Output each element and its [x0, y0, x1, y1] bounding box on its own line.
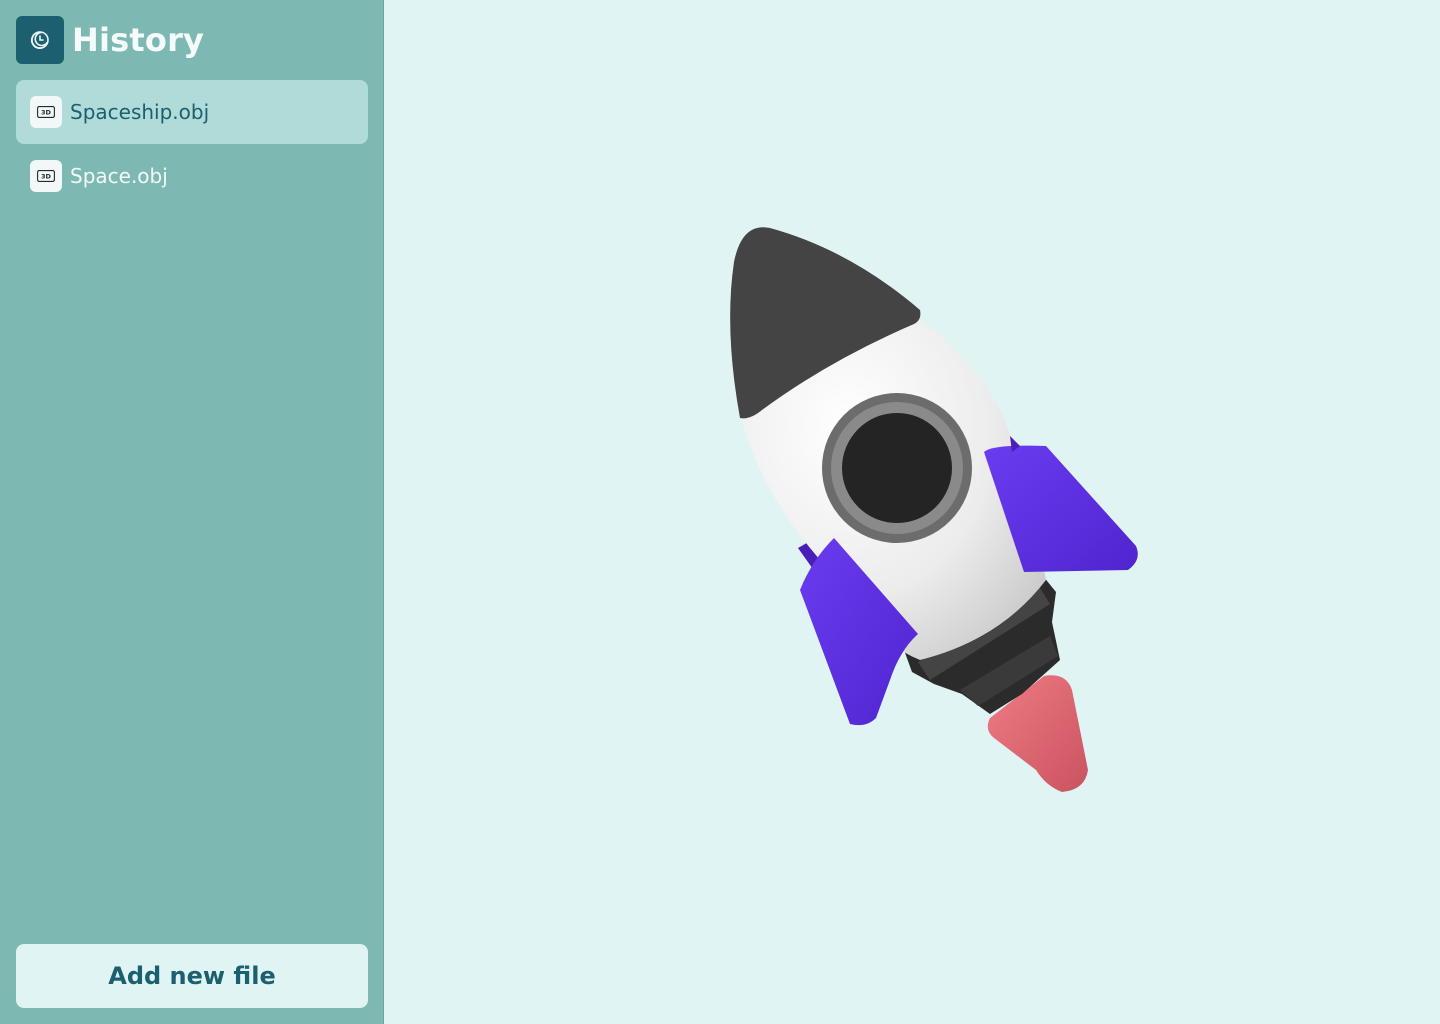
history-sidebar: History 3D Spaceship.obj 3D Space.obj Ad… — [0, 0, 384, 1024]
sidebar-title: History — [72, 21, 205, 59]
svg-text:3D: 3D — [41, 173, 52, 181]
svg-text:3D: 3D — [41, 109, 52, 117]
file-list: 3D Spaceship.obj 3D Space.obj — [16, 80, 368, 208]
file-label: Space.obj — [70, 164, 168, 188]
sidebar-header: History — [16, 16, 204, 64]
file-label: Spaceship.obj — [70, 100, 210, 124]
file-item-space[interactable]: 3D Space.obj — [16, 144, 368, 208]
history-clock-icon — [16, 16, 64, 64]
add-new-file-button[interactable]: Add new file — [16, 944, 368, 1008]
file-item-spaceship[interactable]: 3D Spaceship.obj — [16, 80, 368, 144]
rocket-3d-model[interactable] — [385, 0, 1440, 1024]
model-viewer[interactable] — [385, 0, 1440, 1024]
3d-file-icon: 3D — [30, 96, 62, 128]
3d-file-icon: 3D — [30, 160, 62, 192]
